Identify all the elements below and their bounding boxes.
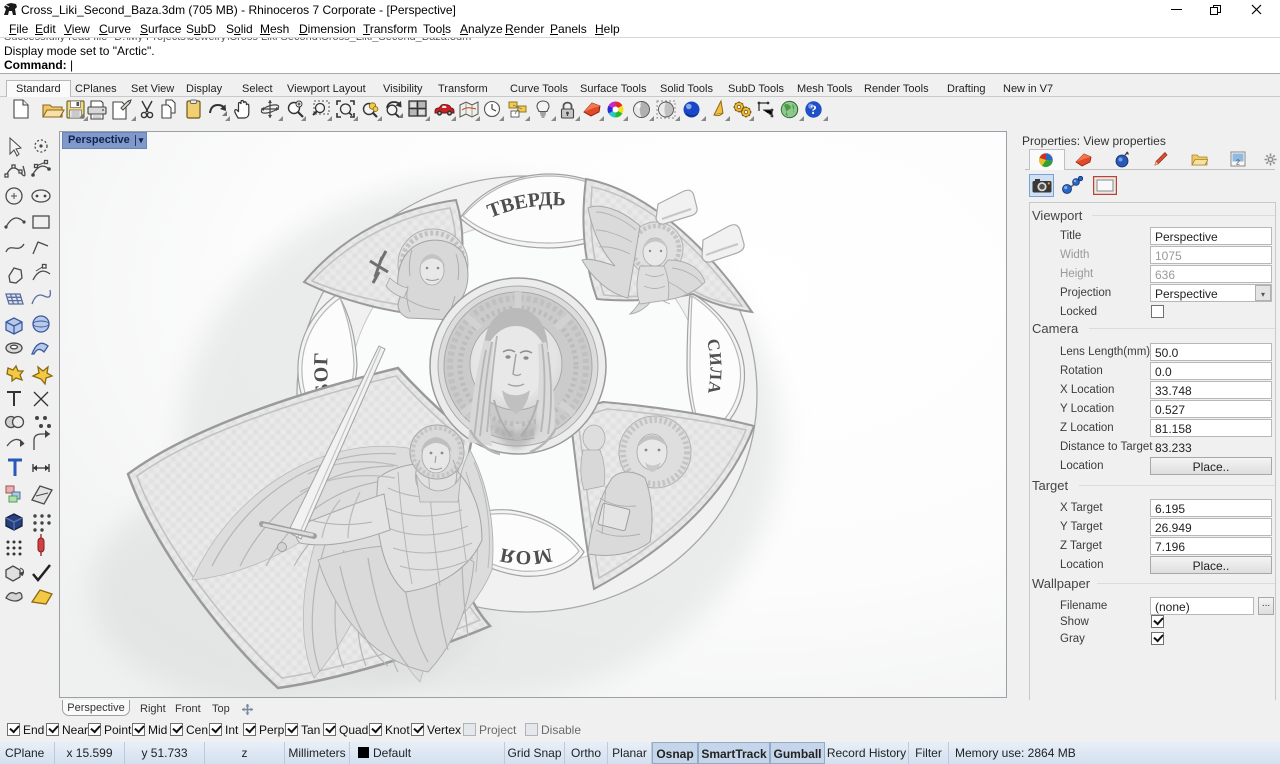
svg-text:2: 2 (1236, 160, 1240, 167)
svg-text:МОЯ: МОЯ (497, 543, 553, 568)
svg-text:?: ? (810, 102, 817, 117)
